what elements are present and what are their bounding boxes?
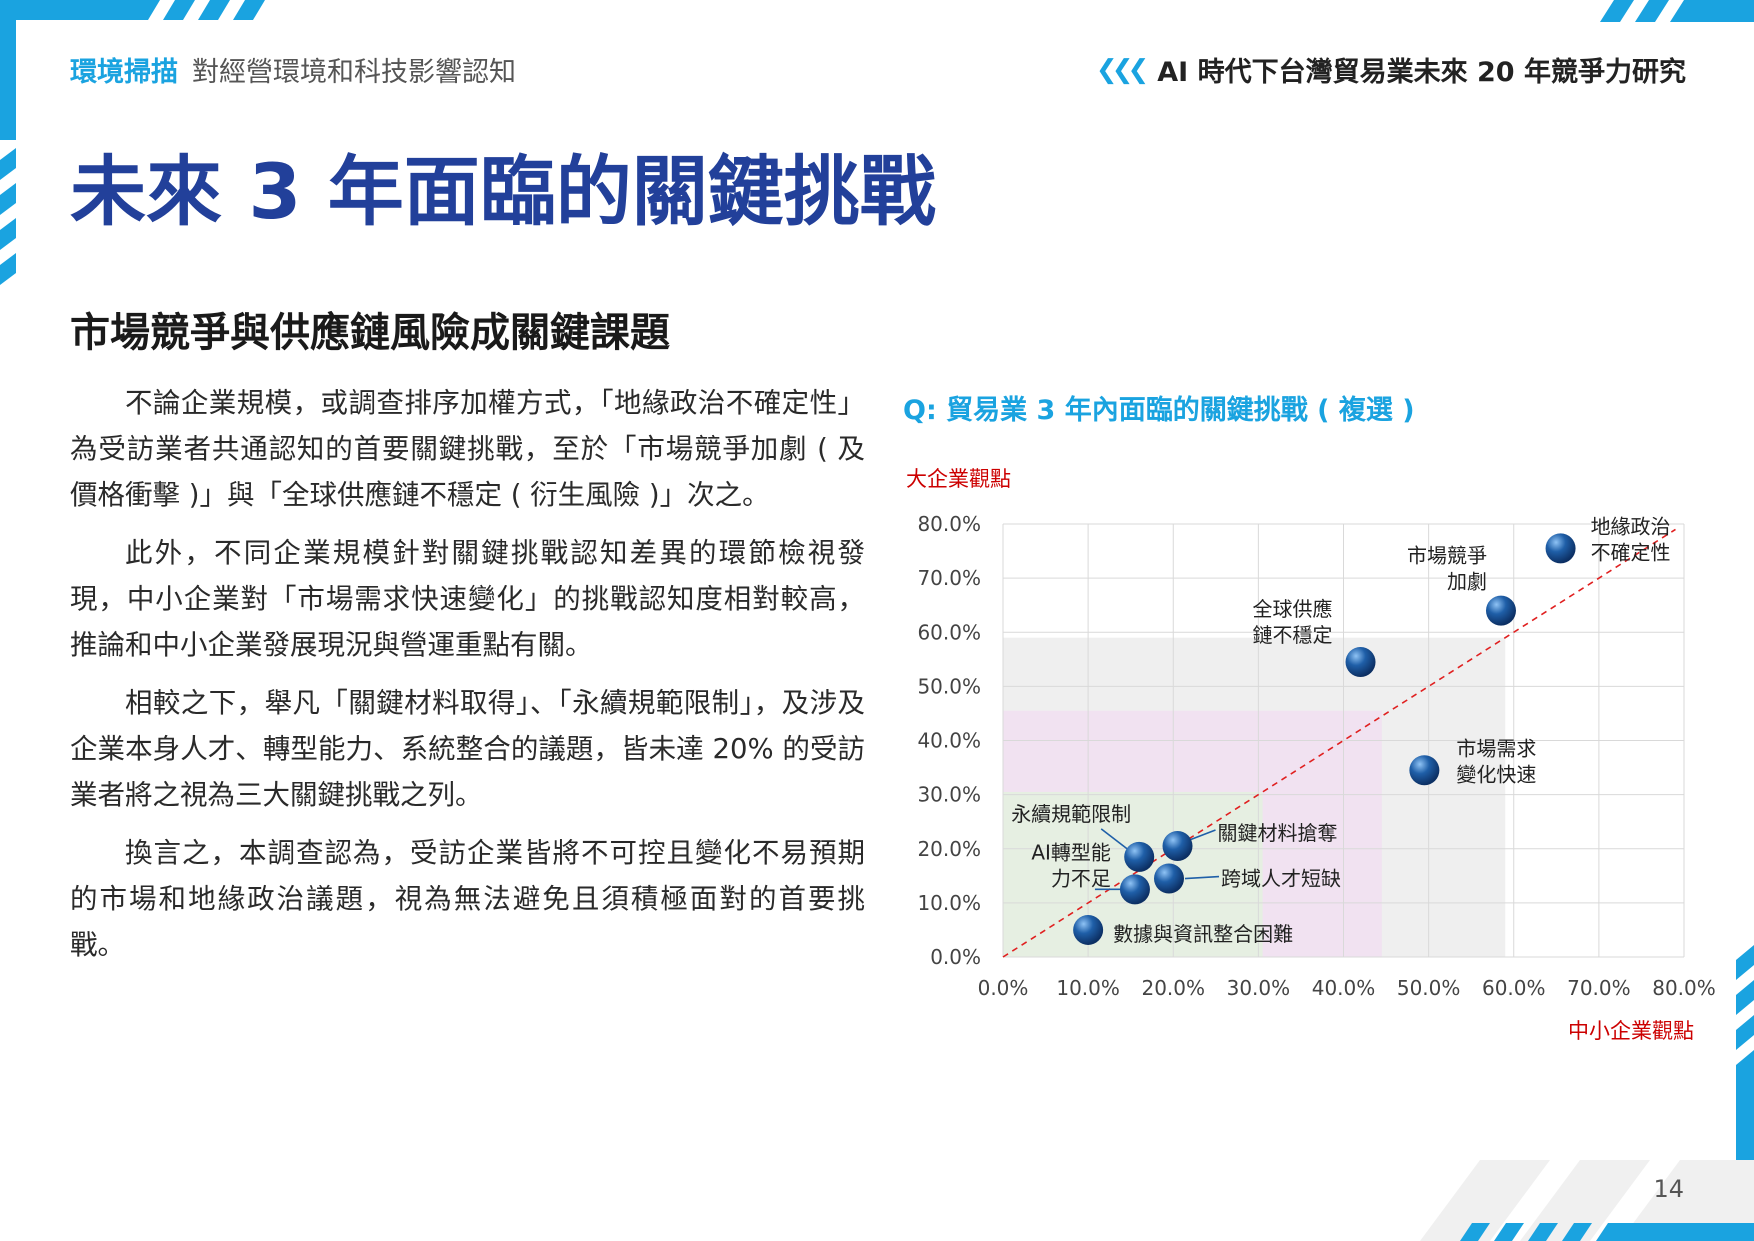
point-label-line: 地緣政治 <box>1591 514 1671 538</box>
point-label: 全球供應鏈不穩定 <box>1253 597 1333 647</box>
point-label: 數據與資訊整合困難 <box>1113 922 1293 946</box>
x-tick-label: 40.0% <box>1312 976 1376 1000</box>
data-point <box>1124 841 1155 872</box>
point-label: 永續規範限制 <box>1011 802 1131 826</box>
point-label-line: 鏈不穩定 <box>1253 623 1333 647</box>
point-label: 市場競爭加劇 <box>1407 544 1487 594</box>
data-point <box>1545 533 1576 564</box>
data-point <box>1073 914 1104 945</box>
point-label: 地緣政治不確定性 <box>1591 514 1671 564</box>
y-tick-label: 0.0% <box>930 945 981 969</box>
data-point <box>1485 595 1516 626</box>
x-tick-label: 80.0% <box>1652 976 1716 1000</box>
point-label-line: 跨域人才短缺 <box>1221 867 1341 891</box>
point-label-line: 市場需求 <box>1456 736 1536 760</box>
point-label-line: 不確定性 <box>1591 540 1671 564</box>
data-point <box>1153 863 1184 894</box>
data-point <box>1345 647 1376 678</box>
point-label-line: AI轉型能 <box>1031 840 1111 864</box>
y-axis-label: 大企業觀點 <box>906 467 1011 491</box>
x-tick-label: 20.0% <box>1141 976 1205 1000</box>
y-tick-label: 10.0% <box>917 891 981 915</box>
point-label-line: 關鍵材料搶奪 <box>1218 821 1338 845</box>
y-tick-label: 20.0% <box>917 837 981 861</box>
point-label-line: 市場競爭 <box>1407 544 1487 568</box>
point-label: 跨域人才短缺 <box>1221 867 1341 891</box>
point-label-line: 全球供應 <box>1253 597 1333 621</box>
x-tick-label: 0.0% <box>978 976 1029 1000</box>
y-tick-label: 60.0% <box>917 620 981 644</box>
point-label-line: 數據與資訊整合困難 <box>1113 922 1293 946</box>
x-tick-label: 70.0% <box>1567 976 1631 1000</box>
point-label-line: 力不足 <box>1051 866 1111 890</box>
y-tick-label: 70.0% <box>917 566 981 590</box>
x-axis-label: 中小企業觀點 <box>1568 1019 1694 1043</box>
y-tick-label: 40.0% <box>917 729 981 753</box>
x-tick-label: 10.0% <box>1056 976 1120 1000</box>
x-tick-label: 60.0% <box>1482 976 1546 1000</box>
point-label: 關鍵材料搶奪 <box>1218 821 1338 845</box>
y-tick-label: 50.0% <box>917 674 981 698</box>
point-label-line: 永續規範限制 <box>1011 802 1131 826</box>
point-label-line: 加劇 <box>1447 570 1487 594</box>
scatter-chart: 0.0% 10.0% 20.0% 30.0% 40.0% 50.0% 60.0% 70.0% 8… <box>906 467 1716 1043</box>
page-number: 14 <box>1653 1175 1684 1203</box>
y-tick-label: 80.0% <box>917 512 981 536</box>
data-point <box>1119 874 1150 905</box>
data-point <box>1162 831 1193 862</box>
x-tick-label: 50.0% <box>1397 976 1461 1000</box>
y-tick-label: 30.0% <box>917 783 981 807</box>
point-label-line: 變化快速 <box>1456 762 1536 786</box>
x-tick-label: 30.0% <box>1227 976 1291 1000</box>
data-point <box>1409 755 1440 786</box>
